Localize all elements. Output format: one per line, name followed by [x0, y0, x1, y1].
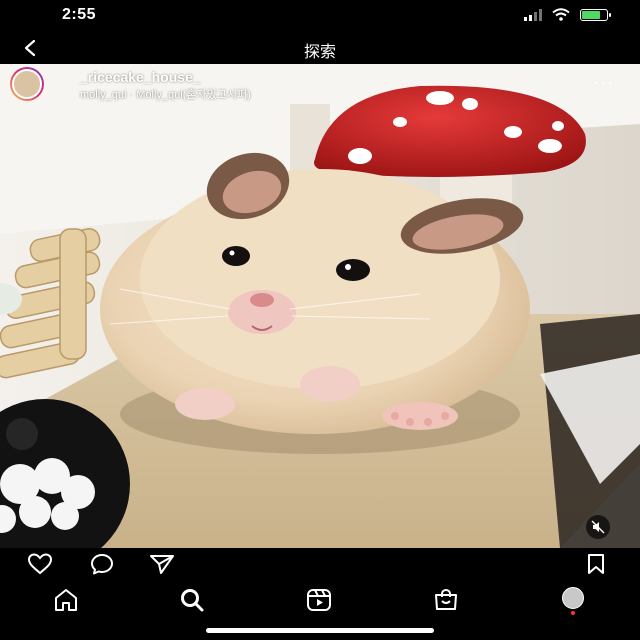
- more-options-button[interactable]: ···: [593, 72, 614, 93]
- reels-icon: [307, 589, 331, 611]
- status-time: 2:55: [62, 6, 97, 23]
- tab-search[interactable]: [176, 586, 208, 614]
- avatar-image: [12, 69, 42, 99]
- battery-charging-icon: [580, 8, 611, 21]
- status-bar: 2:55: [0, 0, 640, 32]
- tab-shop[interactable]: [430, 586, 462, 614]
- bottom-tab-bar: [0, 580, 640, 620]
- speaker-muted-icon: [591, 520, 605, 534]
- status-icons: [524, 8, 611, 21]
- tab-reels[interactable]: [303, 586, 335, 614]
- share-button[interactable]: [146, 552, 178, 576]
- nav-bar: 探索: [0, 32, 640, 64]
- heart-icon: [27, 553, 53, 575]
- mute-button[interactable]: [586, 515, 610, 539]
- home-indicator[interactable]: [206, 628, 434, 633]
- tab-profile[interactable]: [556, 587, 590, 615]
- post-media[interactable]: [0, 64, 640, 548]
- search-icon: [181, 589, 204, 612]
- signal-icon: [524, 8, 542, 21]
- page-title: 探索: [303, 44, 336, 61]
- comment-button[interactable]: [86, 552, 118, 576]
- post-header: _ricecake_house_ molly_qui · Molly_qui(혼…: [0, 64, 640, 104]
- comment-icon: [91, 554, 113, 575]
- save-button[interactable]: [580, 552, 612, 576]
- bookmark-icon: [588, 554, 604, 574]
- hamster-image: [0, 64, 640, 548]
- notification-dot: [571, 611, 575, 615]
- author-avatar[interactable]: [10, 67, 44, 101]
- home-icon: [55, 589, 77, 611]
- profile-avatar: [562, 587, 584, 609]
- tab-home[interactable]: [50, 586, 82, 614]
- wifi-icon: [552, 8, 570, 21]
- post-audio-subtext[interactable]: molly_qui · Molly_qui(혼자있고시퍼): [80, 86, 251, 102]
- post-actions: [0, 548, 640, 580]
- author-username[interactable]: _ricecake_house_: [80, 69, 201, 85]
- share-icon: [150, 555, 174, 574]
- battery-level: [582, 10, 600, 19]
- shop-icon: [435, 588, 457, 610]
- like-button[interactable]: [24, 552, 56, 576]
